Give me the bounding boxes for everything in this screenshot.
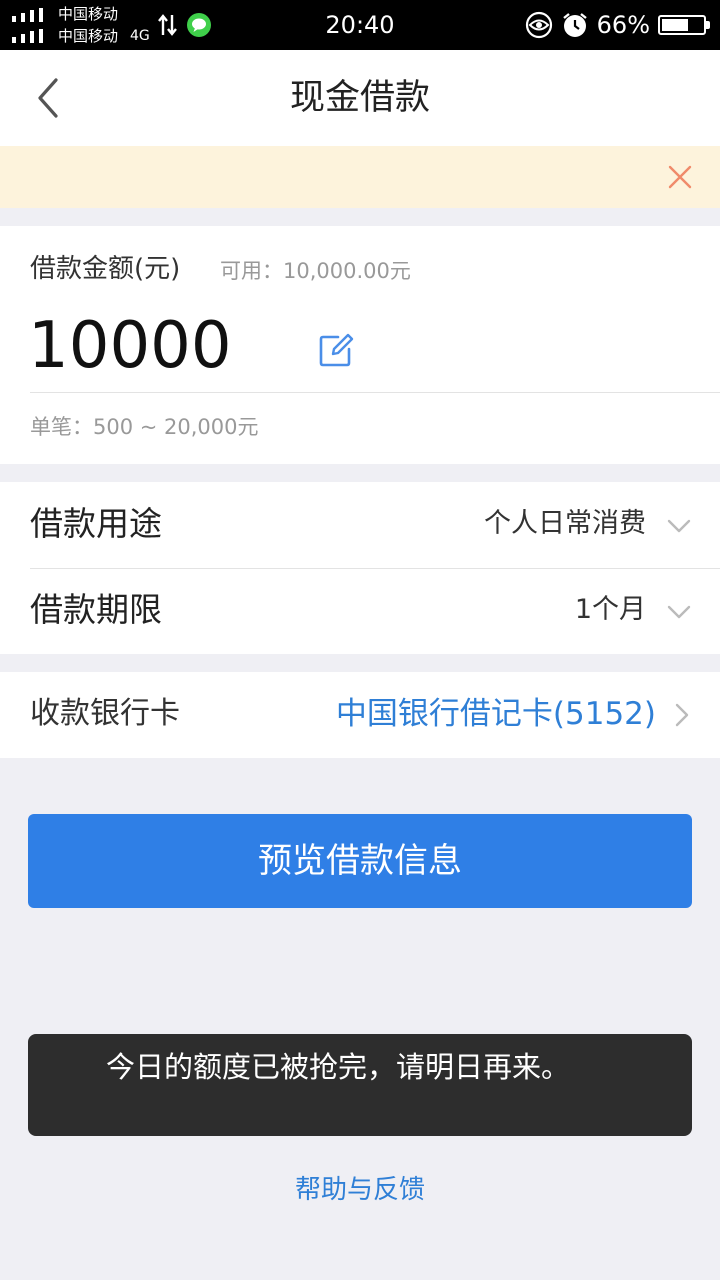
alarm-icon <box>562 13 587 37</box>
loan-options-card: 借款用途 个人日常消费 借款期限 1个月 <box>0 482 720 654</box>
available-amount: 可用：10,000.00元 <box>220 259 411 283</box>
nav-bar: 现金借款 <box>0 50 720 146</box>
loan-amount-label: 借款金额(元) <box>30 254 181 284</box>
loan-purpose-value: 个人日常消费 <box>484 508 646 539</box>
bank-card-row[interactable]: 收款银行卡 中国银行借记卡(5152) <box>0 672 720 758</box>
battery-percent: 66% <box>596 11 650 39</box>
page-title: 现金借款 <box>289 78 430 118</box>
status-bar: 中国移动 中国移动 4G 20:40 66% <box>0 0 720 50</box>
chevron-down-icon <box>667 519 691 533</box>
loan-amount-card: 借款金额(元) 可用：10,000.00元 10000 单笔：500 ~ 20,… <box>0 226 720 464</box>
toast-text: 今日的额度已被抢完，请明日再来。 <box>106 1050 571 1084</box>
close-icon[interactable] <box>666 163 694 191</box>
help-feedback-link[interactable]: 帮助与反馈 <box>0 1172 720 1208</box>
loan-amount-input[interactable]: 10000 <box>28 308 232 384</box>
loan-term-row[interactable]: 借款期限 1个月 <box>0 568 720 654</box>
divider <box>30 392 720 393</box>
edit-icon[interactable] <box>318 332 354 368</box>
chevron-right-icon <box>675 703 689 727</box>
eye-protection-icon <box>525 11 552 39</box>
loan-purpose-label: 借款用途 <box>30 504 162 543</box>
bank-card-label: 收款银行卡 <box>30 696 180 731</box>
notice-banner <box>0 146 720 208</box>
battery-icon <box>658 15 710 35</box>
loan-term-value: 1个月 <box>574 594 646 625</box>
loan-term-label: 借款期限 <box>30 590 162 629</box>
bank-card-value: 中国银行借记卡(5152) <box>335 696 656 732</box>
amount-range: 单笔：500 ~ 20,000元 <box>30 415 259 439</box>
preview-loan-button[interactable]: 预览借款信息 <box>28 814 692 908</box>
toast-message: 今日的额度已被抢完，请明日再来。 <box>28 1034 692 1136</box>
loan-purpose-row[interactable]: 借款用途 个人日常消费 <box>0 482 720 569</box>
chevron-down-icon <box>667 605 691 619</box>
